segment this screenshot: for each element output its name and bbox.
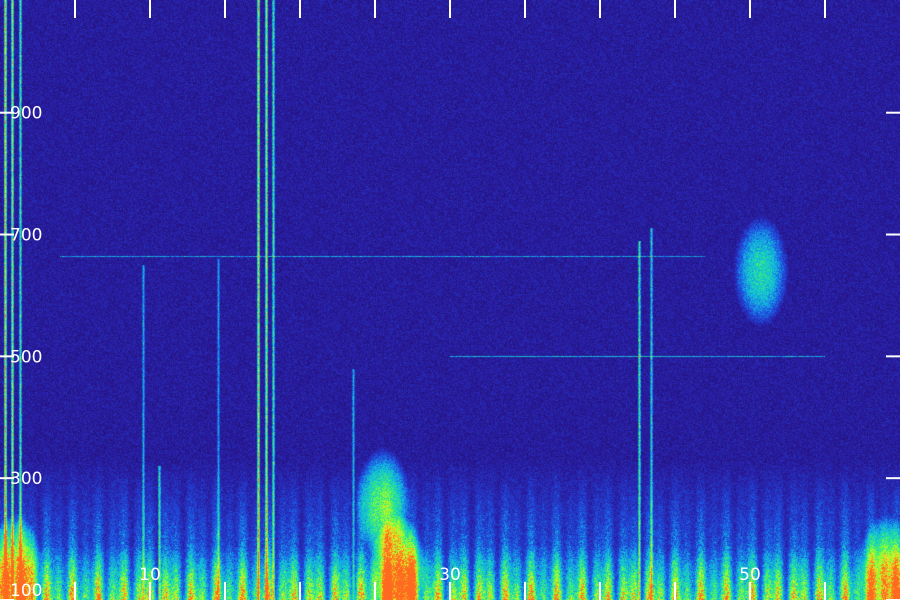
chart-axes-overlay: 10 30 50 100 300 500 700 900	[0, 0, 900, 600]
y-tick-label: 500	[10, 347, 42, 367]
y-tick-labels: 100 300 500 700 900	[10, 104, 42, 600]
y-tick-label: 100	[10, 581, 42, 600]
y-tick-label: 700	[10, 226, 42, 246]
x-tick-label: 30	[439, 565, 461, 585]
x-tick-labels: 10 30 50	[139, 565, 761, 585]
x-tick-label: 10	[139, 565, 161, 585]
x-tick-label: 50	[739, 565, 761, 585]
y-tick-label: 300	[10, 469, 42, 489]
x-ticks-top	[74, 0, 826, 18]
y-ticks-right	[886, 111, 900, 600]
y-tick-label: 900	[10, 104, 42, 124]
